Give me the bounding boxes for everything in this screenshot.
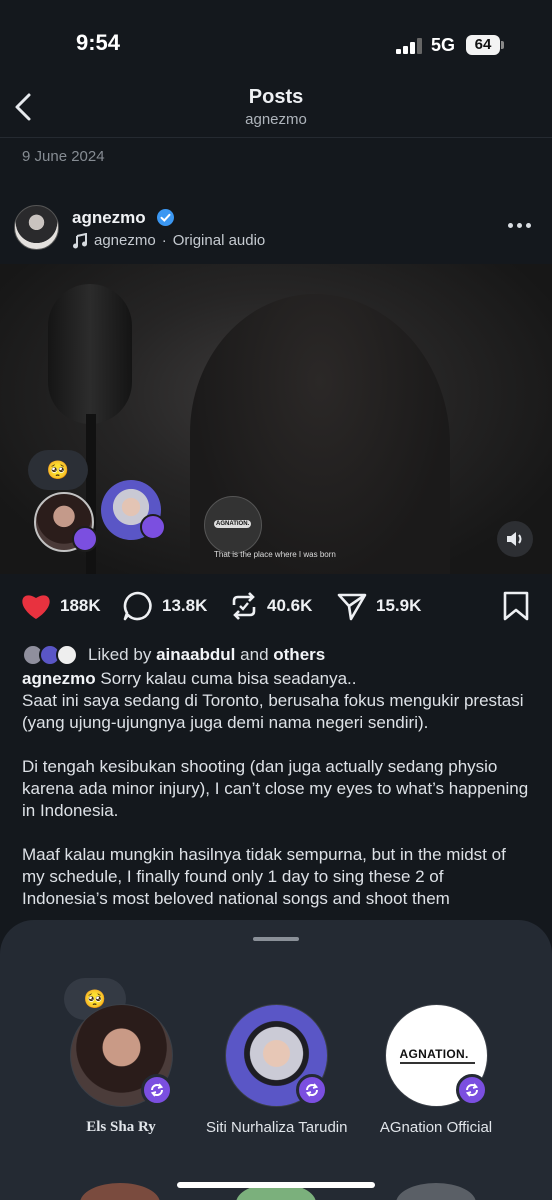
save-button[interactable] (502, 588, 530, 624)
network-label: 5G (431, 35, 456, 55)
creator-card-3[interactable]: AGNATION. AGnation Official (366, 1004, 506, 1136)
remix-bottom-sheet: 🥺 Els Sha Ry Siti Nurhaliza Tarudin AGNA… (0, 920, 552, 1200)
battery-tip (501, 41, 504, 49)
share-count: 15.9K (376, 596, 422, 615)
caption-username[interactable]: agnezmo (22, 669, 96, 688)
repost-button[interactable]: 40.6K (229, 588, 312, 624)
liked-by-row[interactable]: Liked by ainaabdul and others (22, 644, 325, 666)
screen: 9:54 5G 64 Posts agnezmo 9 June 2024 agn… (0, 0, 552, 1200)
creator-avatar[interactable]: AGNATION. (384, 1004, 488, 1107)
caption-paragraph-3: Maaf kalau mungkin hasilnya tidak sempur… (22, 845, 506, 908)
author-name[interactable]: agnezmo (72, 208, 146, 228)
logo-underline (399, 1062, 475, 1064)
comment-count: 13.8K (162, 596, 208, 615)
top-nav: Posts agnezmo (0, 80, 552, 138)
like-count: 188K (60, 596, 101, 615)
creator-name: AGnation Official (379, 1119, 493, 1136)
creator-card-1[interactable]: Els Sha Ry (51, 1004, 191, 1136)
sheet-drag-handle[interactable] (253, 937, 299, 941)
audio-author: agnezmo (94, 232, 156, 249)
liked-by-connector: and (240, 645, 269, 664)
creator-avatar[interactable] (69, 1004, 173, 1107)
creator-name: Els Sha Ry (86, 1119, 156, 1135)
page-title: Posts (248, 86, 304, 108)
repost-icon (232, 592, 256, 620)
creator-card-2[interactable]: Siti Nurhaliza Tarudin (206, 1004, 348, 1136)
action-bar: 188K 13.8K 40.6K 15.9K (0, 588, 552, 628)
comment-button[interactable]: 13.8K (122, 588, 207, 624)
remix-icon (140, 514, 166, 540)
remix-icon (455, 1074, 488, 1106)
creator-avatar[interactable] (224, 1004, 328, 1107)
creator-name: Siti Nurhaliza Tarudin (206, 1119, 348, 1136)
remix-avatar-3[interactable]: AGNATION. (204, 496, 262, 554)
comment-icon (123, 591, 152, 621)
liked-by-user[interactable]: ainaabdul (156, 645, 235, 665)
liked-by-prefix: Liked by (88, 645, 152, 664)
liked-by-others[interactable]: others (273, 645, 325, 665)
more-options-icon[interactable] (508, 216, 536, 234)
author-avatar[interactable] (14, 205, 59, 250)
home-indicator[interactable] (177, 1182, 375, 1188)
share-button[interactable]: 15.9K (336, 588, 421, 624)
liked-by-avatars (22, 644, 84, 666)
music-note-icon (73, 232, 87, 248)
audio-separator: · (161, 232, 167, 249)
bookmark-icon (503, 591, 529, 621)
caption-paragraph-1: Saat ini saya sedang di Toronto, berusah… (22, 691, 524, 732)
post-media[interactable]: 🥺 AGNATION. That is the place where I wa… (0, 264, 552, 574)
battery-icon: 64 (466, 35, 500, 55)
microphone-shape (48, 284, 132, 424)
signal-icon (396, 38, 422, 54)
audio-label: Original audio (172, 232, 266, 249)
caption-line-1: Sorry kalau cuma bisa seadanya.. (100, 669, 357, 688)
caption-paragraph-2: Di tengah kesibukan shooting (dan juga a… (22, 757, 529, 820)
verified-badge-icon (157, 209, 174, 226)
overlay-logo: AGNATION. (214, 520, 252, 528)
send-icon (337, 593, 367, 621)
video-caption: That is the place where I was born (214, 550, 336, 559)
remix-icon (295, 1074, 328, 1106)
agnation-logo: AGNATION. (399, 1047, 469, 1061)
post-date: 9 June 2024 (22, 148, 105, 165)
audio-row[interactable]: agnezmo · Original audio (72, 232, 265, 249)
page-subtitle: agnezmo (245, 111, 307, 128)
volume-button[interactable] (497, 521, 533, 557)
reaction-emoji-bubble: 🥺 (28, 450, 88, 490)
status-bar: 9:54 5G 64 (0, 0, 552, 80)
speaker-icon (507, 532, 522, 546)
status-time: 9:54 (76, 30, 121, 55)
heart-icon (22, 595, 50, 619)
repost-count: 40.6K (267, 596, 313, 615)
remix-icon (140, 1074, 173, 1106)
like-button[interactable]: 188K (20, 588, 101, 624)
remix-icon (72, 526, 98, 552)
post-caption: agnezmo Sorry kalau cuma bisa seadanya..… (22, 668, 532, 932)
